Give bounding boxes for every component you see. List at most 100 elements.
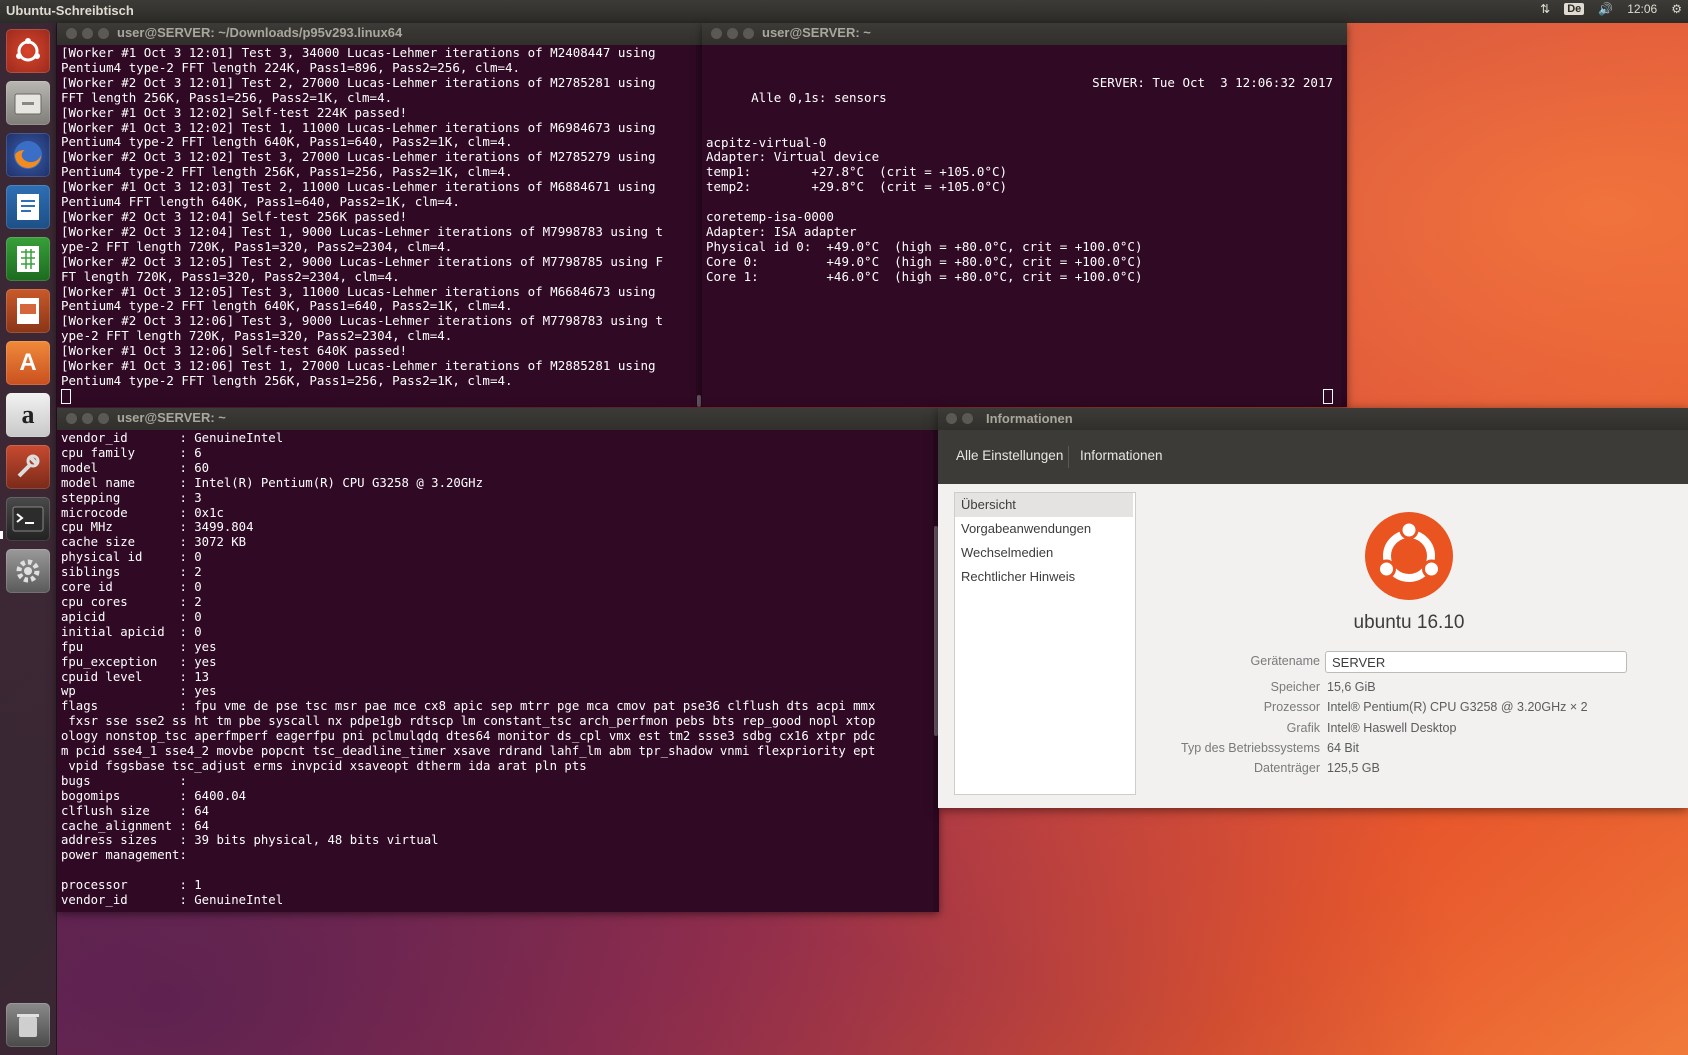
info-label: Prozessor <box>1263 700 1320 714</box>
files-icon[interactable] <box>6 81 50 125</box>
calc-icon[interactable] <box>6 237 50 281</box>
terminal-line: [Worker #2 Oct 3 12:06] Test 3, 9000 Luc… <box>61 313 664 329</box>
trash-icon[interactable] <box>6 1003 50 1047</box>
sidebar-item-default-apps[interactable]: Vorgabeanwendungen <box>955 517 1133 541</box>
scrollbar[interactable] <box>1341 45 1347 407</box>
terminal-line: ype-2 FFT length 720K, Pass1=320, Pass2=… <box>61 238 453 254</box>
scrollbar-thumb[interactable] <box>697 395 701 407</box>
sidebar-item-legal-notice[interactable]: Rechtlicher Hinweis <box>955 565 1133 589</box>
terminal-output[interactable]: vendor_id : GenuineIntel cpu family : 6 mo… <box>61 431 929 908</box>
terminal-line: [Worker #2 Oct 3 12:04] Self-test 256K p… <box>61 208 408 224</box>
sensors-output: acpitz-virtual-0 Adapter: Virtual device t… <box>706 121 1333 285</box>
terminal-line: [Worker #1 Oct 3 12:05] Test 3, 11000 Lu… <box>61 283 656 299</box>
maximize-button[interactable] <box>98 28 109 39</box>
info-label: Datenträger <box>1253 761 1320 775</box>
writer-icon[interactable] <box>6 185 50 229</box>
indicator-area: ⇅ De 🔊 12:06 ⚙ <box>1540 2 1682 16</box>
software-center-icon[interactable]: A <box>6 341 50 385</box>
close-button[interactable] <box>66 28 77 39</box>
close-button[interactable] <box>946 413 957 424</box>
terminal-line: m pcid sse4_1 sse4_2 movbe popcnt tsc_de… <box>61 744 876 759</box>
device-name-label: Gerätename <box>1250 654 1320 668</box>
cursor <box>61 388 694 406</box>
dash-home-icon[interactable] <box>6 29 50 73</box>
window-title: user@SERVER: ~ <box>762 25 871 40</box>
minimize-button[interactable] <box>82 413 93 424</box>
launcher: A a <box>0 23 57 1055</box>
panel-title: Ubuntu-Schreibtisch <box>6 3 134 18</box>
terminal-icon[interactable] <box>6 497 50 541</box>
info-value: Intel® Pentium(R) CPU G3258 @ 3.20GHz × … <box>1327 700 1588 714</box>
watch-timestamp: SERVER: Tue Oct 3 12:06:32 2017 <box>1092 74 1333 90</box>
terminal-line: core id : 0 <box>61 580 202 595</box>
info-value: 64 Bit <box>1327 741 1359 755</box>
terminal-window-prime95[interactable]: user@SERVER: ~/Downloads/p95v293.linux64… <box>57 23 702 407</box>
sidebar-item-overview[interactable]: Übersicht <box>955 493 1133 517</box>
terminal-line: [Worker #1 Oct 3 12:02] Self-test 224K p… <box>61 104 408 120</box>
terminal-line: [Worker #1 Oct 3 12:06] Test 1, 27000 Lu… <box>61 358 656 374</box>
terminal-line: Pentium4 type-2 FFT length 640K, Pass1=6… <box>61 298 513 314</box>
terminal-line: Pentium4 type-2 FFT length 256K, Pass1=2… <box>61 372 513 388</box>
terminal-line: bugs : <box>61 773 187 788</box>
terminal-line: [Worker #2 Oct 3 12:05] Test 2, 9000 Luc… <box>61 253 664 269</box>
breadcrumb-current[interactable]: Informationen <box>1076 446 1167 465</box>
window-titlebar[interactable]: user@SERVER: ~ <box>57 408 939 430</box>
terminal-line: clflush size : 64 <box>61 803 210 818</box>
network-icon[interactable]: ⇅ <box>1540 2 1550 16</box>
terminal-line: initial apicid : 0 <box>61 624 202 639</box>
terminal-line: FT length 720K, Pass1=320, Pass2=2304, c… <box>61 268 400 284</box>
maximize-button[interactable] <box>743 28 754 39</box>
device-name-field[interactable]: SERVER <box>1325 651 1627 673</box>
minimize-button[interactable] <box>962 413 973 424</box>
terminal-line: cpu cores : 2 <box>61 594 202 609</box>
info-label: Speicher <box>1270 680 1320 694</box>
terminal-line: acpitz-virtual-0 <box>706 134 827 150</box>
terminal-line: cpuid level : 13 <box>61 669 210 684</box>
keyboard-layout-indicator[interactable]: De <box>1564 3 1585 15</box>
breadcrumb: Alle Einstellungen Informationen <box>938 430 1688 484</box>
close-button[interactable] <box>711 28 722 39</box>
terminal-line: ype-2 FFT length 720K, Pass1=320, Pass2=… <box>61 328 453 344</box>
terminal-line: Core 0: +49.0°C (high = +80.0°C, crit = … <box>706 253 1143 269</box>
terminal-line: coretemp-isa-0000 <box>706 209 834 225</box>
info-row: Grafik Intel® Haswell Desktop <box>1098 719 1658 739</box>
info-row: Speicher 15,6 GiB <box>1098 678 1658 698</box>
impress-icon[interactable] <box>6 289 50 333</box>
terminal-window-sensors[interactable]: user@SERVER: ~ Alle 0,1s: sensors SERVER… <box>702 23 1347 407</box>
terminal-line: flags : fpu vme de pse tsc msr pae mce c… <box>61 699 876 714</box>
close-button[interactable] <box>66 413 77 424</box>
distro-name: ubuntu 16.10 <box>1353 612 1465 633</box>
info-row: Datenträger 125,5 GB <box>1098 759 1658 779</box>
terminal-line: [Worker #1 Oct 3 12:02] Test 1, 11000 Lu… <box>61 119 656 135</box>
window-titlebar[interactable]: Informationen <box>938 408 1688 430</box>
sidebar-item-removable-media[interactable]: Wechselmedien <box>955 541 1133 565</box>
breadcrumb-all-settings[interactable]: Alle Einstellungen <box>952 446 1067 465</box>
terminal-line: model : 60 <box>61 460 210 475</box>
terminal-window-cpuinfo[interactable]: user@SERVER: ~ vendor_id : GenuineIntel c… <box>57 408 939 912</box>
terminal-line: ology nonstop_tsc aperfmperf eagerfpu pn… <box>61 729 876 744</box>
settings-info-window[interactable]: Informationen Alle Einstellungen Informa… <box>938 408 1688 808</box>
terminal-line: temp2: +29.8°C (crit = +105.0°C) <box>706 179 1008 195</box>
firefox-icon[interactable] <box>6 133 50 177</box>
window-titlebar[interactable]: user@SERVER: ~ <box>702 23 1347 45</box>
terminal-output[interactable]: Alle 0,1s: sensors SERVER: Tue Oct 3 12:… <box>706 46 1333 314</box>
terminal-line: temp1: +27.8°C (crit = +105.0°C) <box>706 164 1008 180</box>
minimize-button[interactable] <box>82 28 93 39</box>
gear-icon[interactable]: ⚙ <box>1671 2 1682 16</box>
window-title: user@SERVER: ~/Downloads/p95v293.linux64 <box>117 25 403 40</box>
terminal-line: [Worker #1 Oct 3 12:03] Test 2, 11000 Lu… <box>61 179 656 195</box>
watch-header: Alle 0,1s: sensors SERVER: Tue Oct 3 12:… <box>706 74 1333 105</box>
terminal-line: Adapter: Virtual device <box>706 149 880 165</box>
system-tools-icon[interactable] <box>6 445 50 489</box>
amazon-icon[interactable]: a <box>6 393 50 437</box>
active-app-indicator <box>0 531 3 539</box>
maximize-button[interactable] <box>98 413 109 424</box>
terminal-output[interactable]: [Worker #1 Oct 3 12:01] Test 3, 34000 Lu… <box>61 46 694 406</box>
window-titlebar[interactable]: user@SERVER: ~/Downloads/p95v293.linux64 <box>57 23 702 45</box>
minimize-button[interactable] <box>727 28 738 39</box>
system-settings-icon[interactable] <box>6 549 50 593</box>
volume-icon[interactable]: 🔊 <box>1598 2 1613 16</box>
terminal-line: cache_alignment : 64 <box>61 818 210 833</box>
clock[interactable]: 12:06 <box>1627 2 1657 16</box>
